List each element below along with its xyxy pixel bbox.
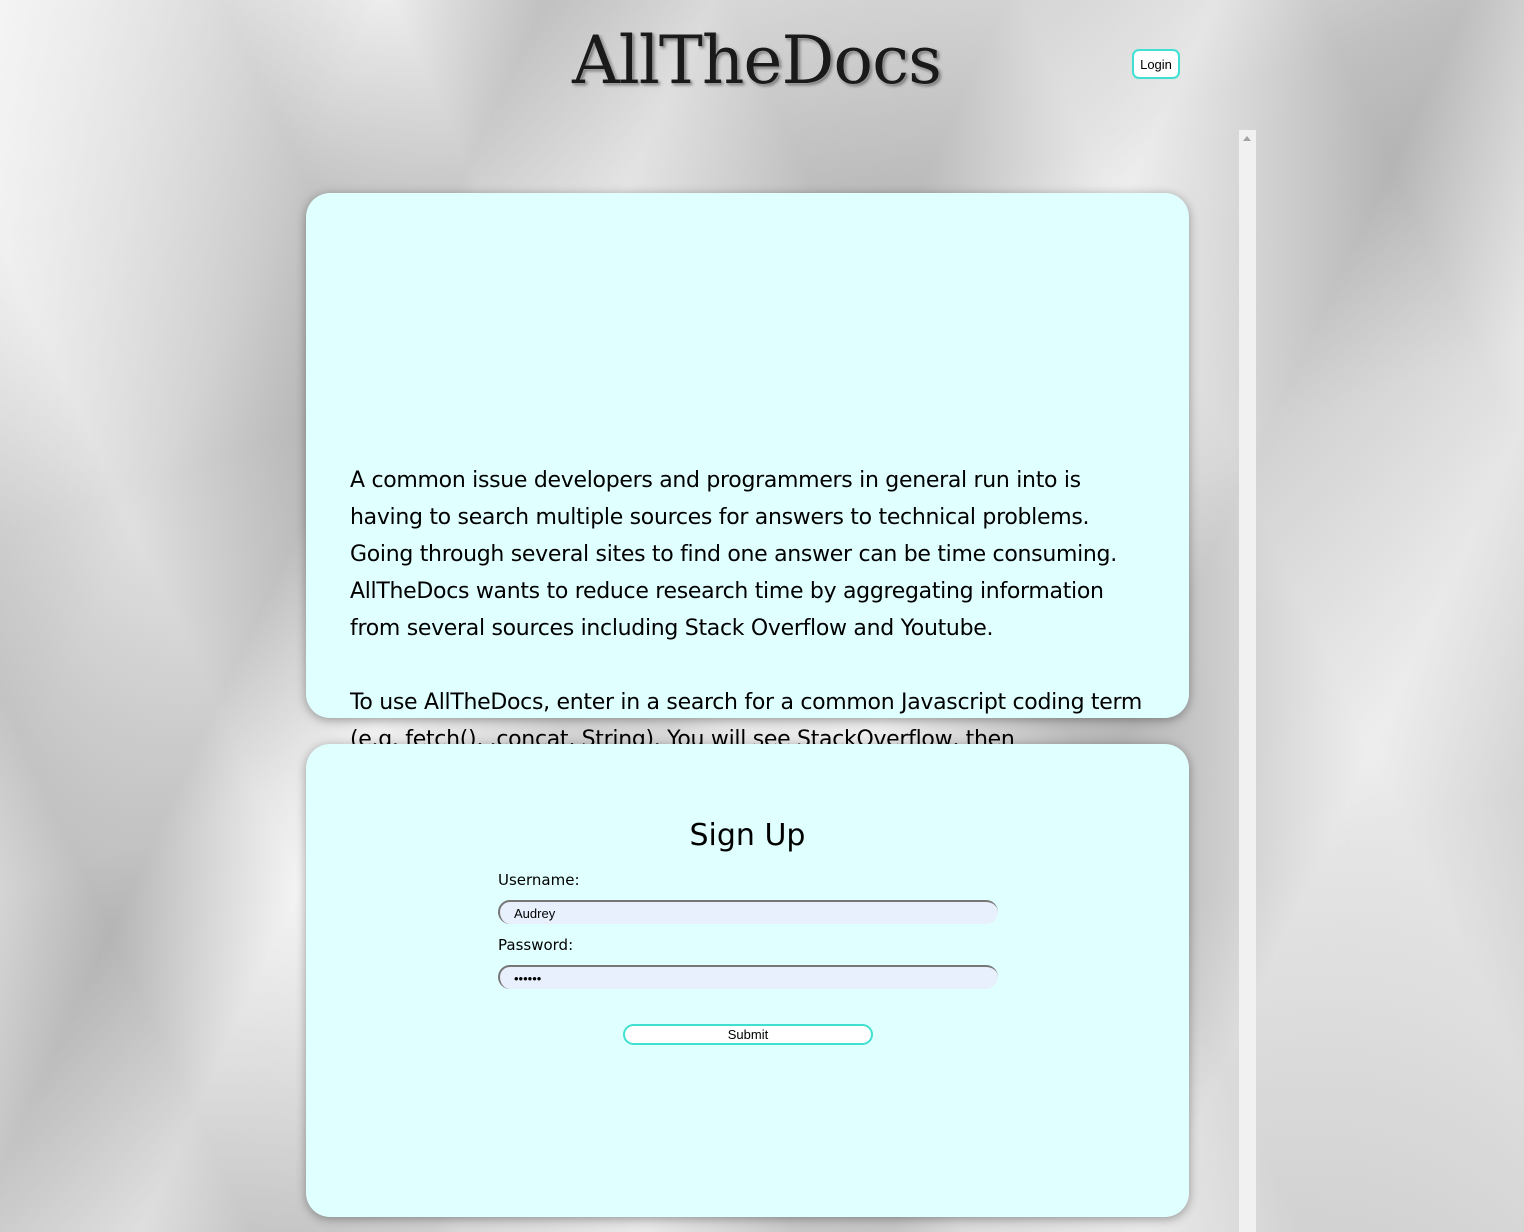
signup-title: Sign Up — [689, 818, 806, 853]
signup-card: Sign Up Username: Password: Submit — [306, 744, 1189, 1217]
site-title: AllTheDocs — [572, 22, 942, 99]
scrollbar[interactable] — [1239, 130, 1256, 1232]
about-card: A common issue developers and programmer… — [306, 193, 1189, 789]
about-paragraph-intro: A common issue developers and programmer… — [350, 468, 1117, 641]
login-button[interactable]: Login — [1132, 49, 1180, 79]
password-input[interactable] — [498, 965, 998, 989]
password-label: Password: — [498, 936, 574, 954]
submit-button[interactable]: Submit — [623, 1024, 873, 1045]
scroll-up-arrow-icon[interactable] — [1243, 136, 1251, 141]
username-label: Username: — [498, 871, 580, 889]
username-input[interactable] — [498, 900, 998, 924]
